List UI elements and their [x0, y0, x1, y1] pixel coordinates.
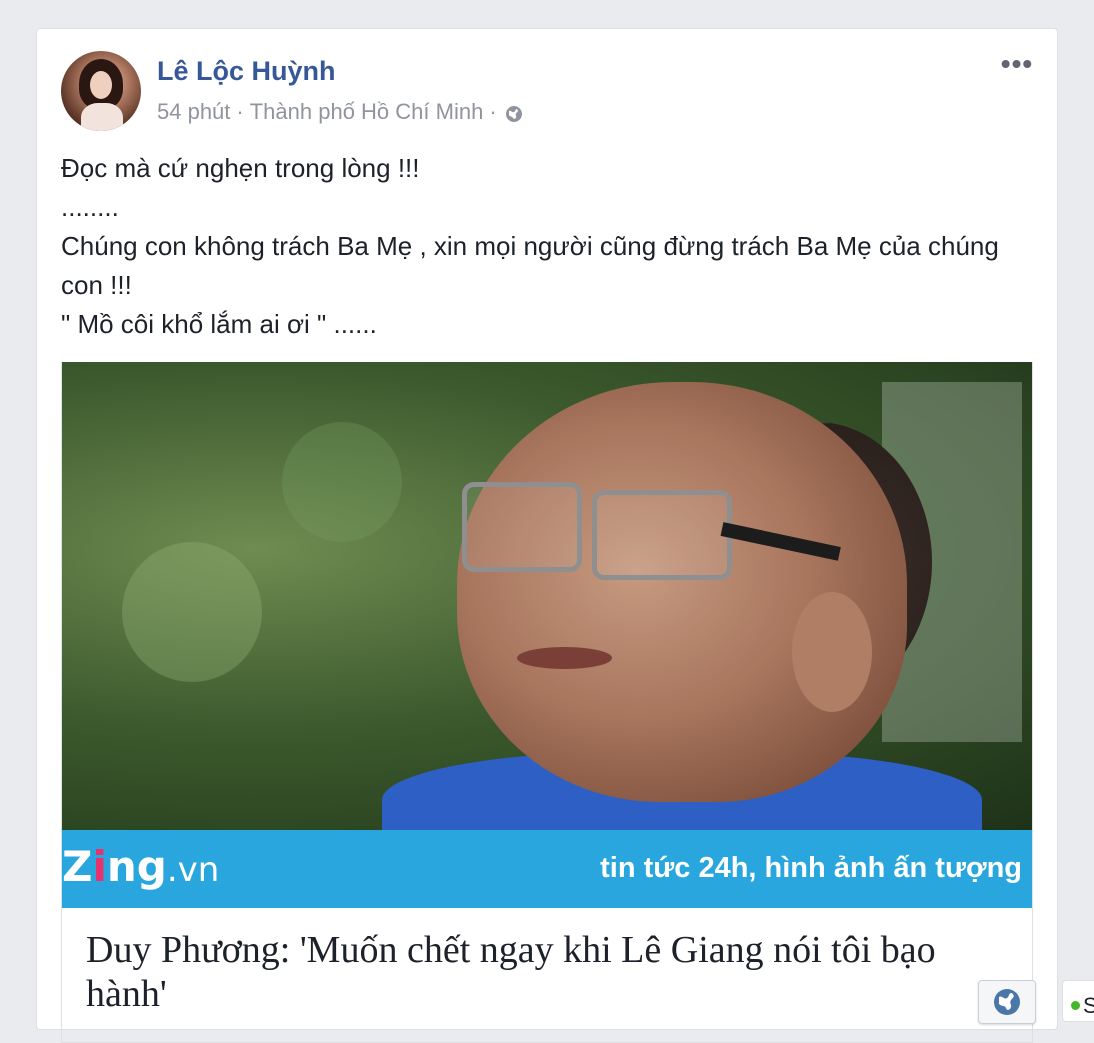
- author-avatar[interactable]: [61, 51, 141, 131]
- link-preview-image[interactable]: [62, 362, 1032, 830]
- zing-logo-z: Z: [62, 842, 93, 891]
- avatar-face: [90, 71, 112, 99]
- globe-icon: [994, 989, 1020, 1015]
- shared-link-card[interactable]: Zing.vn tin tức 24h, hình ảnh ấn tượng D…: [61, 362, 1033, 1043]
- banner-tagline: tin tức 24h, hình ảnh ấn tượng: [600, 852, 1022, 884]
- post-location[interactable]: Thành phố Hồ Chí Minh: [250, 99, 484, 125]
- photo-bokeh: [282, 422, 402, 542]
- post-message: Đọc mà cứ nghẹn trong lòng !!! ........ …: [61, 149, 1031, 344]
- avatar-dress: [81, 103, 123, 131]
- photo-head: [457, 382, 907, 802]
- zing-banner: Zing.vn tin tức 24h, hình ảnh ấn tượng: [62, 830, 1032, 908]
- zing-logo-vn: .vn: [166, 850, 220, 890]
- post-text-line: ........: [61, 192, 119, 222]
- author-name-link[interactable]: Lê Lộc Huỳnh: [157, 56, 336, 87]
- post-timestamp[interactable]: 54 phút: [157, 99, 230, 125]
- photo-bokeh: [122, 542, 262, 682]
- post-text-line: " Mồ côi khổ lắm ai ơi " ......: [61, 309, 377, 339]
- photo-mouth: [517, 647, 612, 669]
- post-options-button[interactable]: •••: [997, 48, 1037, 79]
- post-text-line: Đọc mà cứ nghẹn trong lòng !!!: [61, 153, 420, 183]
- photo-glasses-lens: [462, 482, 582, 572]
- globe-icon[interactable]: [505, 103, 523, 122]
- online-status-icon: [1071, 1001, 1080, 1010]
- photo-glasses-lens: [592, 490, 732, 580]
- zing-logo: Zing.vn: [62, 842, 219, 891]
- globe-icon-button[interactable]: [978, 980, 1036, 1024]
- post-card: Lê Lộc Huỳnh 54 phút · Thành phố Hồ Chí …: [36, 28, 1058, 1043]
- post-text-line: Chúng con không trách Ba Mẹ , xin mọi ng…: [61, 231, 1007, 300]
- link-title[interactable]: Duy Phương: 'Muốn chết ngay khi Lê Giang…: [86, 928, 986, 1016]
- post-meta: 54 phút · Thành phố Hồ Chí Minh ·: [157, 99, 523, 125]
- meta-separator: ·: [489, 99, 497, 124]
- zing-logo-ng: ng: [106, 842, 167, 891]
- zing-logo-i: i: [92, 842, 107, 891]
- meta-separator: ·: [236, 99, 244, 124]
- chat-sidebar-label: S: [1083, 993, 1094, 1018]
- photo-ear: [792, 592, 872, 712]
